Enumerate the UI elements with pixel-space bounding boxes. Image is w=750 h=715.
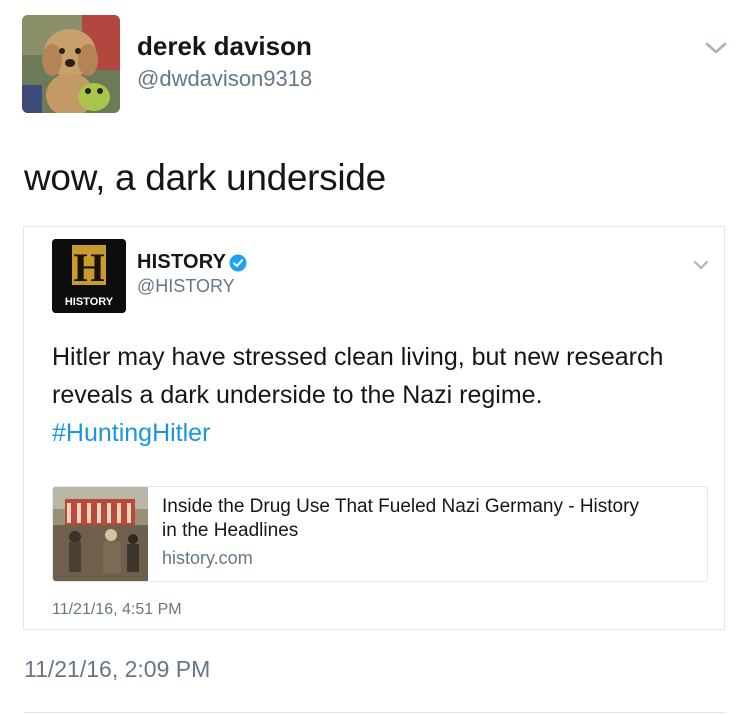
quoted-text-line: reveals a dark underside to the Nazi reg… [52,381,543,409]
card-title-line: in the Headlines [162,520,299,541]
chevron-down-icon[interactable] [704,40,728,61]
link-card[interactable]: Inside the Drug Use That Fueled Nazi Ger… [52,486,708,582]
history-logo[interactable]: H HISTORY [52,239,126,313]
author-name[interactable]: derek davison [137,31,312,62]
card-thumbnail [53,487,148,581]
quoted-tweet-text: Hitler may have stressed clean living, b… [52,338,702,452]
quoted-tweet[interactable]: H HISTORY HISTORY @HISTORY Hitler may ha… [23,226,725,630]
logo-letter: H [73,245,104,290]
author-handle[interactable]: @dwdavison9318 [137,66,312,92]
quoted-text-line: Hitler may have stressed clean living, b… [52,343,664,371]
hashtag-link[interactable]: #HuntingHitler [52,414,702,452]
divider [24,712,726,713]
chevron-down-icon[interactable] [693,258,709,276]
card-domain: history.com [162,548,253,568]
avatar-photo [22,15,120,113]
tweet-text: wow, a dark underside [24,157,386,198]
tweet-timestamp[interactable]: 11/21/16, 2:09 PM [24,656,210,683]
card-title-line: Inside the Drug Use That Fueled Nazi Ger… [162,496,639,517]
quoted-timestamp[interactable]: 11/21/16, 4:51 PM [52,601,182,619]
logo-caption: HISTORY [65,296,114,308]
quoted-author-name[interactable]: HISTORY [137,251,226,274]
verified-badge-icon [229,254,247,272]
quoted-author-handle[interactable]: @HISTORY [137,276,235,297]
author-avatar[interactable] [22,15,120,113]
card-title[interactable]: Inside the Drug Use That Fueled Nazi Ger… [162,495,692,543]
